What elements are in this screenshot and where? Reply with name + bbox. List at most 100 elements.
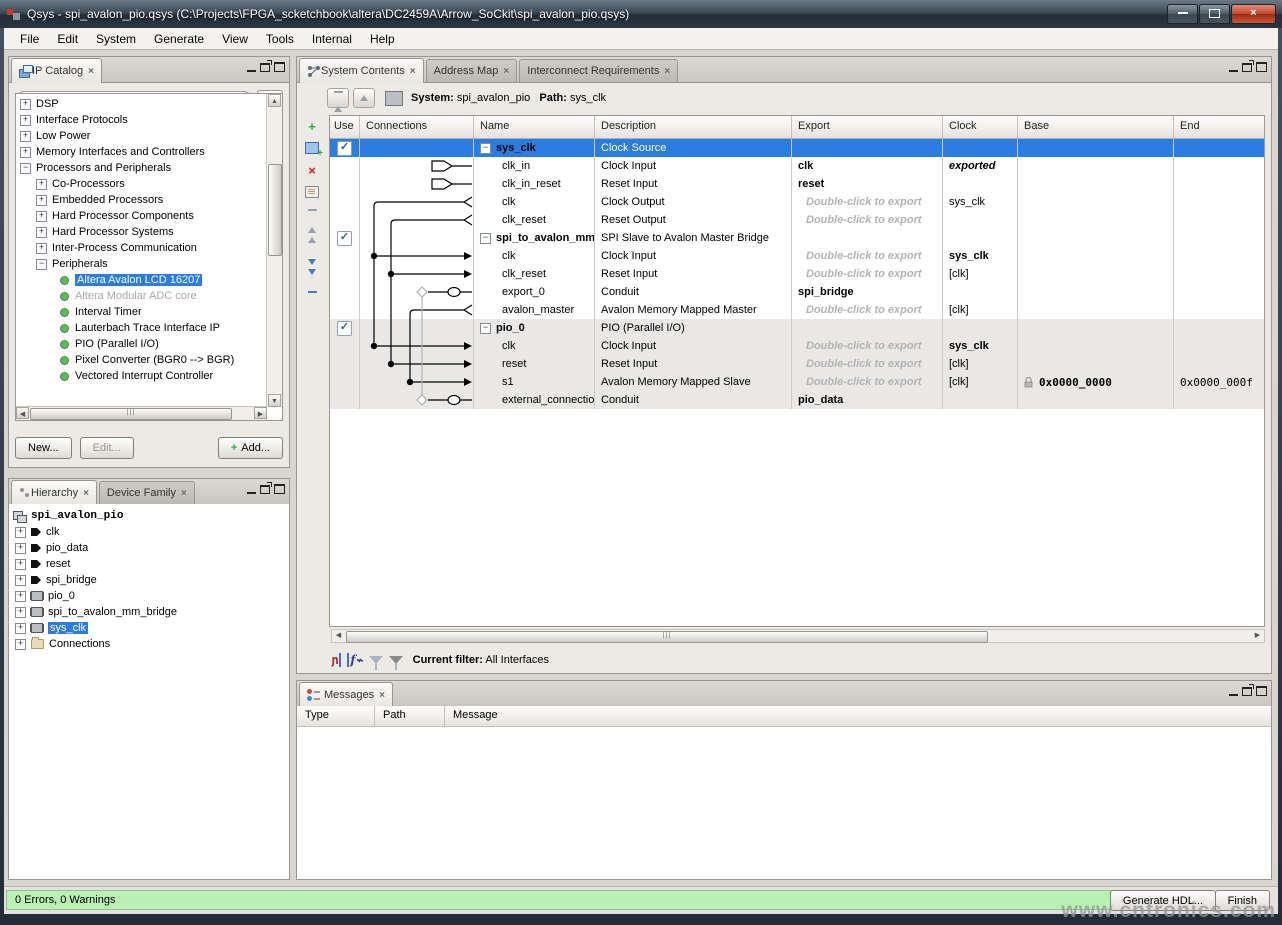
hier-item-connections[interactable]: +Connections — [13, 636, 289, 652]
tree-item-dsp[interactable]: +DSP — [16, 96, 267, 112]
expand-icon[interactable]: + — [36, 211, 47, 222]
tree-item-lauterbach-trace[interactable]: Lauterbach Trace Interface IP — [16, 320, 267, 336]
expand-icon[interactable]: + — [20, 99, 31, 110]
tree-vertical-scrollbar[interactable]: ▲ ▼ — [266, 94, 282, 407]
panel-minimize-button[interactable] — [1229, 62, 1238, 72]
export-placeholder[interactable]: Double-click to export — [798, 304, 922, 316]
col-use[interactable]: Use — [330, 116, 360, 138]
add-component-button[interactable]: + — [299, 115, 325, 137]
scroll-right-icon[interactable]: ▶ — [254, 407, 267, 419]
add-system-button[interactable] — [299, 137, 325, 159]
tab-ip-catalog[interactable]: IP Catalog × — [11, 58, 102, 83]
export-placeholder[interactable]: Double-click to export — [798, 340, 922, 352]
tab-messages[interactable]: Messages × — [299, 682, 393, 707]
expand-icon[interactable]: + — [36, 195, 47, 206]
use-checkbox[interactable]: ✓ — [337, 231, 352, 246]
filter-remove-icon[interactable] — [389, 656, 403, 664]
show-signals-icon[interactable]: ɲ — [331, 653, 341, 667]
export-value[interactable]: spi_bridge — [798, 286, 854, 298]
menu-tools[interactable]: Tools — [258, 30, 302, 48]
panel-maximize-button[interactable] — [274, 62, 285, 72]
edit-component-button[interactable] — [299, 181, 325, 203]
use-checkbox[interactable]: ✓ — [337, 141, 352, 156]
tree-horizontal-scrollbar[interactable]: ◀ ||| ▶ — [16, 406, 267, 420]
collapse-icon[interactable]: − — [480, 233, 491, 244]
expand-icon[interactable]: + — [36, 227, 47, 238]
menu-view[interactable]: View — [214, 30, 256, 48]
menu-system[interactable]: System — [88, 30, 144, 48]
table-row[interactable]: clk_in Clock Input clk exported — [330, 157, 1264, 175]
tree-item-processors-peripherals[interactable]: −Processors and Peripherals — [16, 160, 267, 176]
menu-internal[interactable]: Internal — [304, 30, 360, 48]
new-button[interactable]: New... — [15, 437, 72, 459]
move-to-bottom-button[interactable] — [299, 273, 325, 295]
export-placeholder[interactable]: Double-click to export — [798, 250, 922, 262]
table-row[interactable]: ✓ −spi_to_avalon_mm_... SPI Slave to Ava… — [330, 229, 1264, 247]
tree-item-peripherals[interactable]: −Peripherals — [16, 256, 267, 272]
table-row[interactable]: clk Clock Output Double-click to export … — [330, 193, 1264, 211]
table-row[interactable]: clk_reset Reset Output Double-click to e… — [330, 211, 1264, 229]
col-path[interactable]: Path — [375, 706, 445, 726]
tree-item-vectored-interrupt[interactable]: Vectored Interrupt Controller — [16, 368, 267, 384]
close-button[interactable]: × — [1231, 4, 1276, 24]
panel-float-button[interactable] — [260, 63, 270, 72]
tree-item-inter-process-communication[interactable]: +Inter-Process Communication — [16, 240, 267, 256]
export-placeholder[interactable]: Double-click to export — [798, 358, 922, 370]
tab-interconnect-requirements[interactable]: Interconnect Requirements × — [519, 59, 678, 82]
menu-file[interactable]: File — [12, 30, 47, 48]
tab-address-map[interactable]: Address Map × — [426, 59, 518, 82]
hier-item-reset[interactable]: +reset — [13, 556, 289, 572]
table-row[interactable]: clk_reset Reset Input Double-click to ex… — [330, 265, 1264, 283]
panel-maximize-button[interactable] — [274, 484, 285, 494]
tree-item-pixel-converter[interactable]: Pixel Converter (BGR0 --> BGR) — [16, 352, 267, 368]
edit-button[interactable]: Edit... — [80, 437, 134, 459]
col-message[interactable]: Message — [445, 706, 1271, 726]
scroll-up-icon[interactable]: ▲ — [268, 94, 281, 107]
tree-item-co-processors[interactable]: +Co-Processors — [16, 176, 267, 192]
use-checkbox[interactable]: ✓ — [337, 321, 352, 336]
tab-close-icon[interactable]: × — [181, 488, 187, 499]
table-row[interactable]: clk_in_reset Reset Input reset — [330, 175, 1264, 193]
export-placeholder[interactable]: Double-click to export — [798, 196, 922, 208]
tree-item-pio[interactable]: PIO (Parallel I/O) — [16, 336, 267, 352]
scroll-down-icon[interactable]: ▼ — [268, 394, 281, 407]
export-placeholder[interactable]: Double-click to export — [798, 376, 922, 388]
menu-generate[interactable]: Generate — [146, 30, 212, 48]
tree-item-altera-modular-adc[interactable]: Altera Modular ADC core — [16, 288, 267, 304]
menu-edit[interactable]: Edit — [49, 30, 86, 48]
add-button[interactable]: +Add... — [218, 437, 283, 459]
filter-value[interactable]: All Interfaces — [485, 654, 549, 666]
hier-item-spi-bridge[interactable]: +spi_bridge — [13, 572, 289, 588]
table-row[interactable]: ✓ −pio_0 PIO (Parallel I/O) — [330, 319, 1264, 337]
table-row[interactable]: s1 Avalon Memory Mapped Slave Double-cli… — [330, 373, 1264, 391]
collapse-icon[interactable]: − — [36, 259, 47, 270]
scroll-thumb[interactable]: ||| — [30, 408, 232, 420]
show-interfaces-icon[interactable]: f⌁ — [347, 653, 362, 667]
hier-root[interactable]: spi_avalon_pio — [13, 508, 289, 524]
base-address[interactable]: 0x0000_0000 — [1039, 376, 1112, 389]
hier-item-pio-data[interactable]: +pio_data — [13, 540, 289, 556]
export-value[interactable]: reset — [798, 178, 824, 190]
tree-item-altera-avalon-lcd[interactable]: Altera Avalon LCD 16207 — [16, 272, 267, 288]
expand-icon[interactable]: + — [15, 607, 26, 618]
maximize-button[interactable] — [1199, 4, 1230, 24]
expand-icon[interactable]: + — [15, 559, 26, 570]
table-row[interactable]: reset Reset Input Double-click to export… — [330, 355, 1264, 373]
tab-device-family[interactable]: Device Family × — [99, 481, 195, 504]
tree-item-low-power[interactable]: +Low Power — [16, 128, 267, 144]
collapse-icon[interactable]: − — [480, 143, 491, 154]
tab-close-icon[interactable]: × — [410, 66, 416, 77]
col-description[interactable]: Description — [595, 116, 792, 138]
tab-close-icon[interactable]: × — [664, 66, 670, 77]
col-clock[interactable]: Clock — [943, 116, 1018, 138]
panel-float-button[interactable] — [1242, 687, 1252, 696]
scroll-thumb[interactable]: ||| — [346, 631, 988, 643]
panel-maximize-button[interactable] — [1256, 686, 1267, 696]
tree-item-interface-protocols[interactable]: +Interface Protocols — [16, 112, 267, 128]
hier-item-pio-0[interactable]: +pio_0 — [13, 588, 289, 604]
expand-icon[interactable]: + — [15, 543, 26, 554]
export-value[interactable]: clk — [798, 160, 813, 172]
expand-icon[interactable]: + — [36, 179, 47, 190]
expand-icon[interactable]: + — [36, 243, 47, 254]
col-end[interactable]: End — [1174, 116, 1264, 138]
